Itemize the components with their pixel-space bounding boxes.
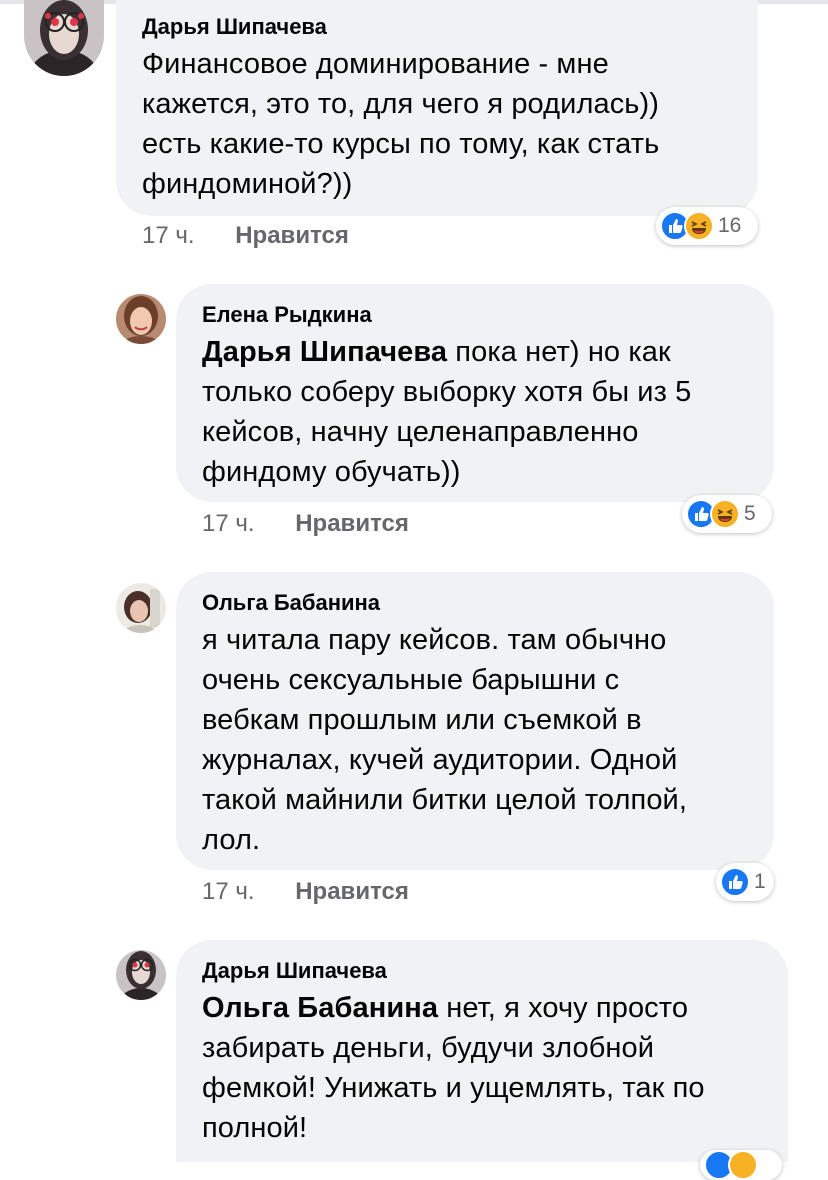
avatar[interactable] [116,294,166,344]
reaction-summary[interactable]: 5 [682,495,772,533]
comment-actions: 17 ч. Нравится [202,878,409,906]
comment-author[interactable]: Дарья Шипачева [202,958,764,984]
comment-timestamp[interactable]: 17 ч. [202,510,255,538]
like-icon [720,867,750,897]
reaction-summary[interactable]: 1 [716,863,774,901]
comment-text: Ольга Бабанина нет, я хочу просто забира… [202,992,705,1144]
haha-icon [684,211,714,241]
comment-timestamp[interactable]: 17 ч. [142,222,195,250]
comment-text: Финансовое доминирование - мне кажется, … [142,48,660,200]
comment-text: я читала пару кейсов. там обычно очень с… [202,624,688,856]
reaction-summary[interactable]: 16 [656,207,758,245]
avatar-image [24,0,104,76]
comment-bubble[interactable]: Ольга Бабанина я читала пару кейсов. там… [176,572,774,870]
comment-bubble[interactable]: Елена Рыдкина Дарья Шипачева пока нет) н… [176,284,774,502]
reaction-count: 16 [718,214,742,237]
avatar-image [116,950,166,1000]
comment-author[interactable]: Елена Рыдкина [202,302,750,328]
comment-actions: 17 ч. Нравится [142,222,349,250]
like-button[interactable]: Нравится [235,222,349,250]
comment-timestamp[interactable]: 17 ч. [202,878,255,906]
reaction-count: 1 [754,870,766,893]
comment-author[interactable]: Ольга Бабанина [202,590,750,616]
haha-icon [728,1150,758,1180]
like-button[interactable]: Нравится [295,510,409,538]
like-button[interactable]: Нравится [295,878,409,906]
avatar[interactable] [116,583,166,633]
avatar[interactable] [24,0,104,76]
avatar-image [116,294,166,344]
reaction-count: 5 [744,502,756,525]
reaction-summary[interactable] [700,1150,782,1180]
comment-author[interactable]: Дарья Шипачева [142,14,734,40]
comment-bubble[interactable]: Дарья Шипачева Финансовое доминирование … [116,0,758,216]
avatar-image [116,583,166,633]
avatar[interactable] [116,950,166,1000]
comment-text: Дарья Шипачева пока нет) но как только с… [202,336,692,488]
comment-actions: 17 ч. Нравится [202,510,409,538]
haha-icon [710,499,740,529]
mention-link[interactable]: Дарья Шипачева [202,336,447,368]
comment-bubble[interactable]: Дарья Шипачева Ольга Бабанина нет, я хоч… [176,940,788,1162]
mention-link[interactable]: Ольга Бабанина [202,992,438,1024]
